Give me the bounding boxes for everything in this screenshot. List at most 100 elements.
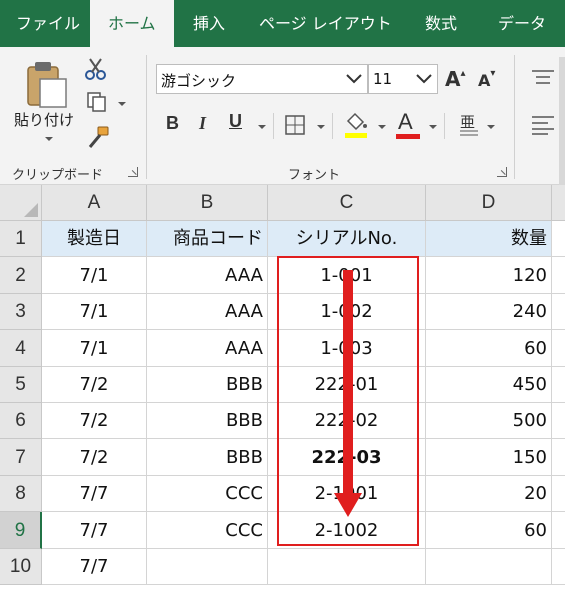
cell-a8[interactable]: 7/7 [42,476,147,512]
chevron-down-icon[interactable] [415,72,433,86]
cell-a2[interactable]: 7/1 [42,257,147,294]
cell-e8[interactable] [552,476,565,512]
tab-file[interactable]: ファイル [16,0,80,47]
column-header-d[interactable]: D [426,185,552,221]
ribbon: 貼り付け クリップボード 游ゴシック 11 A▴ A▾ B I U A 亜 フォ… [0,47,565,185]
cell-a7[interactable]: 7/2 [42,439,147,476]
border-dropdown-icon[interactable] [317,125,325,129]
clipboard-group-label: クリップボード [12,168,104,183]
font-color-dropdown-icon[interactable] [429,125,437,129]
cut-icon[interactable] [84,57,108,81]
decrease-font-size-button[interactable]: A▾ [478,68,495,90]
row-header-6[interactable]: 6 [0,403,42,439]
cell-a3[interactable]: 7/1 [42,294,147,330]
cell-b1[interactable]: 商品コード [147,221,268,257]
row-header-8[interactable]: 8 [0,476,42,512]
cell-b4[interactable]: AAA [147,330,268,367]
fill-color-dropdown-icon[interactable] [378,125,386,129]
cell-d5[interactable]: 450 [426,367,552,403]
tab-formulas[interactable]: 数式 [425,0,457,47]
row-header-10[interactable]: 10 [0,549,42,585]
cell-e10[interactable] [552,549,565,585]
copy-icon[interactable] [86,91,108,113]
font-name-combobox[interactable]: 游ゴシック [156,64,368,94]
phonetic-dropdown-icon[interactable] [487,125,495,129]
chevron-down-icon[interactable] [345,72,363,86]
cell-d8[interactable]: 20 [426,476,552,512]
row-header-7[interactable]: 7 [0,439,42,476]
underline-button[interactable]: U [229,111,242,132]
align-left-icon[interactable] [532,115,554,135]
paste-dropdown-icon[interactable] [45,137,53,141]
tab-data[interactable]: データ [498,0,546,47]
cell-b6[interactable]: BBB [147,403,268,439]
paste-icon[interactable] [24,59,70,109]
cell-b10[interactable] [147,549,268,585]
cell-d3[interactable]: 240 [426,294,552,330]
cell-d6[interactable]: 500 [426,403,552,439]
cell-a4[interactable]: 7/1 [42,330,147,367]
font-group-label: フォント [288,168,341,183]
cell-b8[interactable]: CCC [147,476,268,512]
cell-d2[interactable]: 120 [426,257,552,294]
worksheet-grid: A B C D 1製造日商品コードシリアルNo.数量27/1AAA1-00112… [0,185,565,591]
increase-font-size-button[interactable]: A▴ [445,67,466,91]
row-header-5[interactable]: 5 [0,367,42,403]
group-divider [146,55,147,179]
cell-b7[interactable]: BBB [147,439,268,476]
cell-d4[interactable]: 60 [426,330,552,367]
cell-d1[interactable]: 数量 [426,221,552,257]
paste-button-label[interactable]: 貼り付け [14,109,74,130]
row-header-1[interactable]: 1 [0,221,42,257]
underline-dropdown-icon[interactable] [258,125,266,129]
cell-e9[interactable] [552,512,565,549]
column-header-e[interactable] [552,185,565,221]
align-top-icon[interactable] [532,69,554,85]
border-icon[interactable] [284,114,306,136]
cell-a5[interactable]: 7/2 [42,367,147,403]
cell-a9[interactable]: 7/7 [42,512,147,549]
divider [332,113,333,139]
cell-c10[interactable] [268,549,426,585]
font-size-combobox[interactable]: 11 [368,64,438,94]
cell-a6[interactable]: 7/2 [42,403,147,439]
font-launcher-icon[interactable] [497,167,507,177]
cell-b3[interactable]: AAA [147,294,268,330]
copy-dropdown-icon[interactable] [118,102,126,106]
cell-d9[interactable]: 60 [426,512,552,549]
cell-b5[interactable]: BBB [147,367,268,403]
column-header-c[interactable]: C [268,185,426,221]
format-painter-icon[interactable] [86,125,110,149]
cell-e3[interactable] [552,294,565,330]
row-header-4[interactable]: 4 [0,330,42,367]
row-header-3[interactable]: 3 [0,294,42,330]
cell-b9[interactable]: CCC [147,512,268,549]
tab-page-layout[interactable]: ページ レイアウト [259,0,392,47]
clipboard-launcher-icon[interactable] [128,167,138,177]
cell-c9[interactable]: 2-1002 [268,512,426,549]
fill-color-icon[interactable] [343,111,369,139]
column-header-b[interactable]: B [147,185,268,221]
row-header-2[interactable]: 2 [0,257,42,294]
font-color-button[interactable]: A [398,109,413,135]
select-all-button[interactable] [0,185,42,221]
cell-b2[interactable]: AAA [147,257,268,294]
italic-button[interactable]: I [199,113,206,134]
cell-c1[interactable]: シリアルNo. [268,221,426,257]
cell-e7[interactable] [552,439,565,476]
cell-d7[interactable]: 150 [426,439,552,476]
tab-insert[interactable]: 挿入 [193,0,225,47]
tab-home[interactable]: ホーム [90,0,174,47]
cell-e2[interactable] [552,257,565,294]
cell-a1[interactable]: 製造日 [42,221,147,257]
column-header-a[interactable]: A [42,185,147,221]
bold-button[interactable]: B [166,113,179,134]
cell-e6[interactable] [552,403,565,439]
cell-e5[interactable] [552,367,565,403]
cell-a10[interactable]: 7/7 [42,549,147,585]
cell-d10[interactable] [426,549,552,585]
row-header-9[interactable]: 9 [0,512,42,549]
divider [444,113,445,139]
cell-e4[interactable] [552,330,565,367]
cell-e1[interactable] [552,221,565,257]
